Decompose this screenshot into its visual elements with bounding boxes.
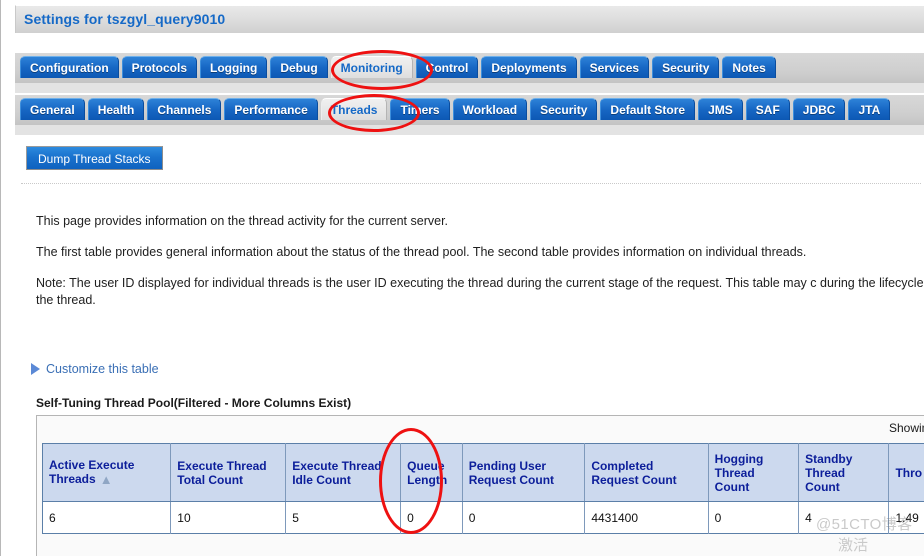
table-cell: 4431400 [584,501,709,534]
subtab-jta[interactable]: JTA [848,98,891,120]
tab-monitoring[interactable]: Monitoring [330,56,413,78]
subtab-channels[interactable]: Channels [147,98,222,120]
intro-paragraph-1: This page provides information on the th… [36,214,449,228]
column-header-thro[interactable]: Thro [888,443,924,502]
tab-logging[interactable]: Logging [200,56,268,78]
subtab-security[interactable]: Security [530,98,598,120]
column-header-execute-thread-idle-count[interactable]: Execute Thread Idle Count [285,443,402,502]
column-header-label: Standby Thread Count [805,451,853,494]
table-cell: 4 [798,501,890,534]
table-header-row: Active Execute Threads ▲ Execute Thread To… [42,443,924,502]
subtab-timers[interactable]: Timers [390,98,450,120]
subtab-default-store[interactable]: Default Store [600,98,696,120]
subtab-threads[interactable]: Threads [320,98,388,120]
tab-protocols[interactable]: Protocols [121,56,197,78]
customize-this-table-label: Customize this table [46,362,159,376]
column-header-label: Pending User Request Count [468,458,555,487]
tab-deployments[interactable]: Deployments [481,56,577,78]
column-header-execute-thread-total-count[interactable]: Execute Thread Total Count [170,443,287,502]
horizontal-divider [21,183,921,185]
intro-paragraph-2: The first table provides general informa… [36,245,807,259]
subtab-health[interactable]: Health [87,98,145,120]
main-content: Dump Thread Stacks This page provides in… [15,135,924,556]
table-cell: 10 [170,501,287,534]
column-header-label: Thro [895,465,923,480]
subtab-saf[interactable]: SAF [745,98,790,120]
column-header-active-execute-threads[interactable]: Active Execute Threads ▲ [42,443,172,502]
window-title-bar: Settings for tszgyl_query9010 [15,5,924,33]
page-frame: Settings for tszgyl_query9010 Configurat… [0,0,924,556]
page-title: Settings for tszgyl_query9010 [24,11,226,27]
table-cell: 0 [462,501,586,534]
table-cell: 0 [708,501,800,534]
table-body: 6 10 5 0 0 4431400 0 4 1.49 [42,501,924,534]
self-tuning-thread-pool-table: Active Execute Threads ▲ Execute Thread To… [42,443,924,534]
column-header-label: Active Execute Threads [49,458,135,486]
column-header-label: Completed Request Count [591,458,677,487]
secondary-tabs: General Health Channels Performance Threads T… [20,98,893,120]
customize-this-table-link[interactable]: Customize this table [31,362,159,376]
column-header-pending-user-request-count[interactable]: Pending User Request Count [462,443,586,502]
column-header-label: Execute Thread Idle Count [292,458,382,487]
table-caption: Self-Tuning Thread Pool(Filtered - More … [36,396,352,410]
column-header-label: Queue Length [407,458,448,487]
column-header-hogging-thread-count[interactable]: Hogging Thread Count [708,443,800,502]
secondary-tab-strip: General Health Channels Performance Threads T… [15,94,924,125]
subtab-workload[interactable]: Workload [452,98,528,120]
tab-security[interactable]: Security [652,56,720,78]
column-header-label: Execute Thread Total Count [177,458,267,487]
subtab-jms[interactable]: JMS [698,98,743,120]
subtab-general[interactable]: General [20,98,85,120]
primary-tab-strip: Configuration Protocols Logging Debug Monito… [15,52,924,83]
primary-tabs: Configuration Protocols Logging Debug Monito… [20,56,779,78]
column-header-label: Hogging Thread Count [714,451,764,494]
table-row: 6 10 5 0 0 4431400 0 4 1.49 [42,501,924,534]
showing-count-label: Showing [888,421,924,435]
tab-services[interactable]: Services [579,56,650,78]
tab-strip-divider-1 [15,83,924,93]
tab-control[interactable]: Control [415,56,479,78]
thread-pool-table-panel: Showing Active Execute Threads▲Execute T… [36,415,924,556]
intro-paragraph-3: Note: The user ID displayed for individu… [36,276,924,307]
expand-arrow-icon [31,363,40,375]
column-header-completed-request-count[interactable]: Completed Request Count [584,443,709,502]
table-cell: 1.49 [888,501,924,534]
column-header-standby-thread-count[interactable]: Standby Thread Count [798,443,890,502]
tab-strip-divider-2 [15,125,924,135]
subtab-jdbc[interactable]: JDBC [792,98,846,120]
subtab-performance[interactable]: Performance [224,98,318,120]
tab-notes[interactable]: Notes [722,56,776,78]
dump-thread-stacks-button[interactable]: Dump Thread Stacks [26,146,163,170]
table-cell: 0 [400,501,463,534]
tab-configuration[interactable]: Configuration [20,56,119,78]
column-header-queue-length[interactable]: Queue Length [400,443,463,502]
sort-ascending-icon: ▲ [99,472,113,487]
tab-debug[interactable]: Debug [270,56,328,78]
table-cell: 5 [285,501,402,534]
table-cell: 6 [42,501,172,534]
